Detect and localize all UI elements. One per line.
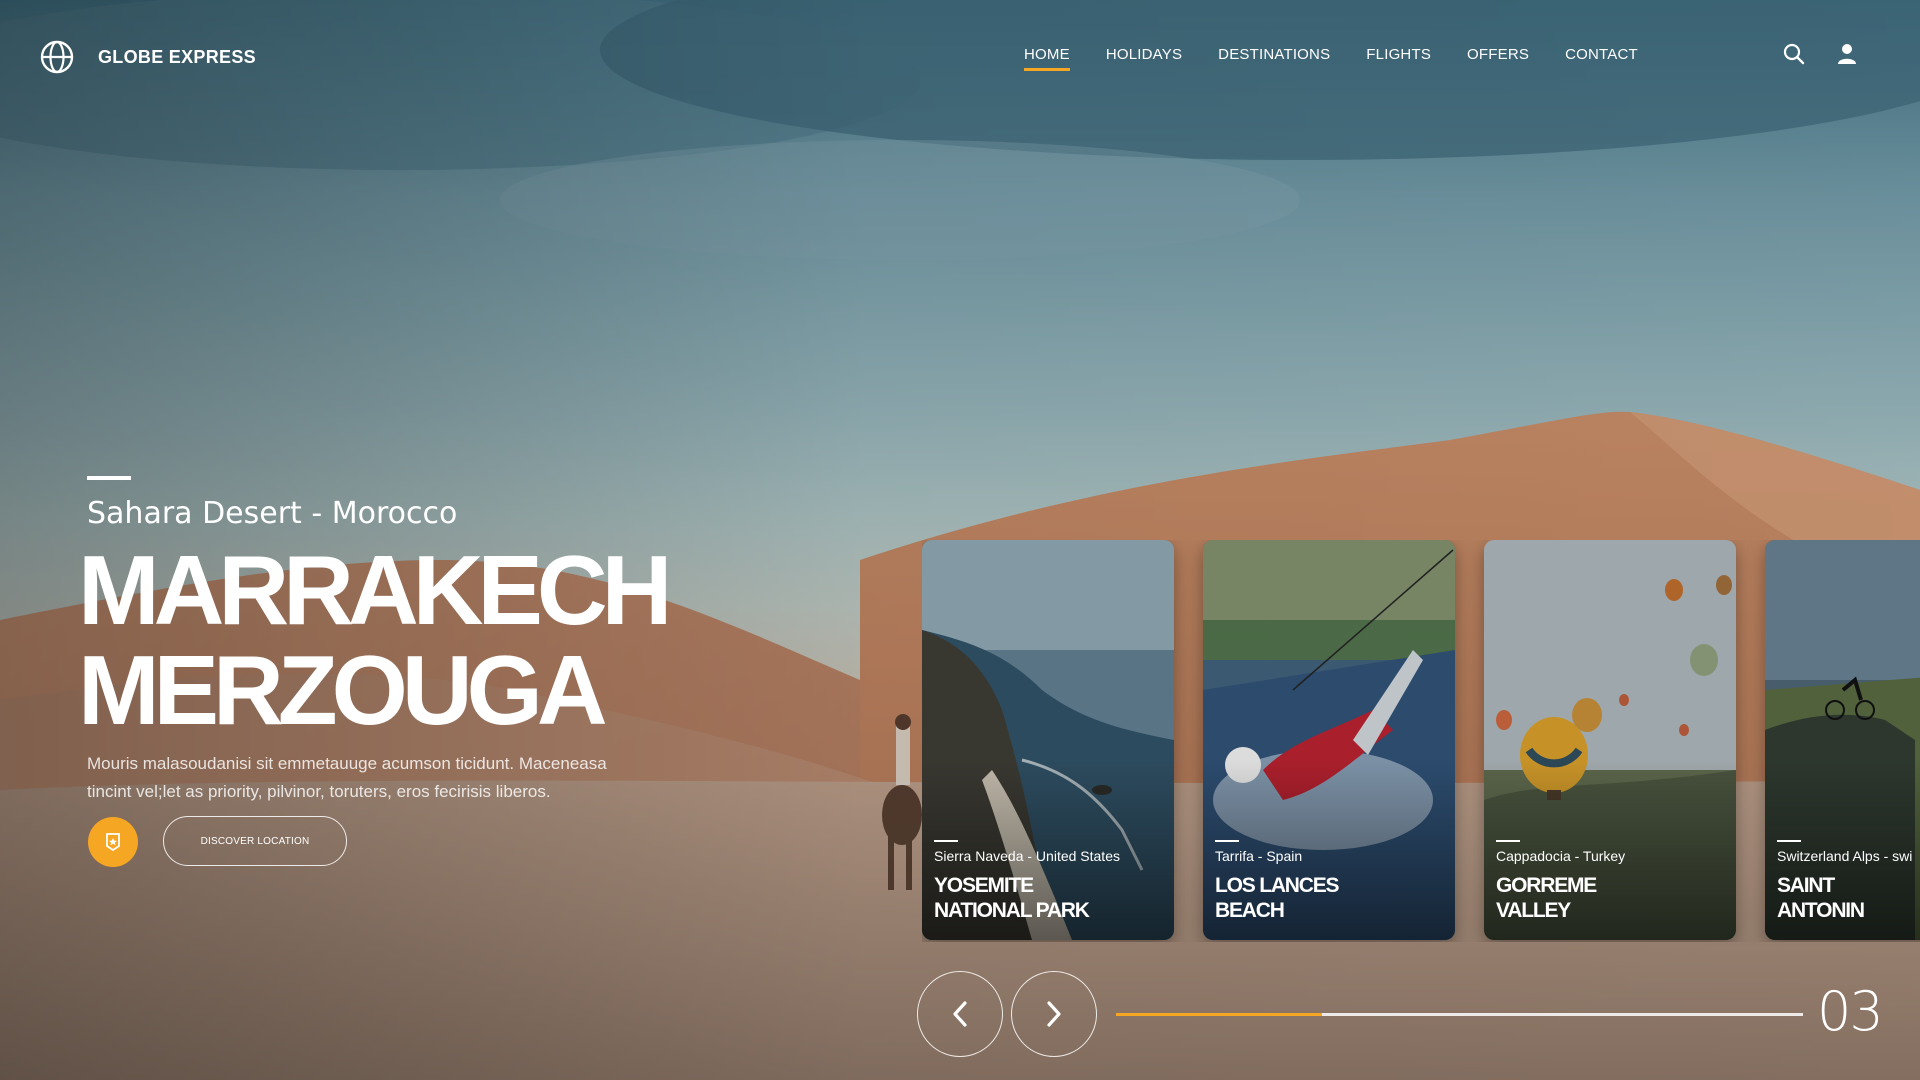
card-title: SAINT ANTONIN — [1777, 873, 1865, 923]
hero-description: Mouris malasoudanisi sit emmetauuge acum… — [87, 754, 607, 801]
bookmark-icon — [106, 833, 120, 851]
brand-name: GLOBE EXPRESS — [98, 46, 256, 67]
destination-card[interactable]: Sierra Naveda - United States YOSEMITE N… — [922, 540, 1174, 940]
card-title-line-1: YOSEMITE — [934, 874, 1034, 897]
chevron-left-icon — [953, 1001, 967, 1027]
main-nav: HOME HOLIDAYS DESTINATIONS FLIGHTS OFFER… — [1024, 46, 1638, 71]
card-title-line-1: LOS LANCES — [1215, 874, 1340, 897]
destination-cards: Sierra Naveda - United States YOSEMITE N… — [922, 540, 1920, 942]
destination-card[interactable]: Tarrifa - Spain LOS LANCES BEACH — [1203, 540, 1455, 940]
nav-item-flights[interactable]: FLIGHTS — [1366, 46, 1431, 63]
brand[interactable]: GLOBE EXPRESS — [40, 40, 256, 74]
nav-item-contact[interactable]: CONTACT — [1565, 46, 1638, 63]
discover-location-button[interactable]: DISCOVER LOCATION — [163, 816, 347, 866]
card-accent-line — [1215, 840, 1239, 842]
card-title-line-2: NATIONAL PARK — [934, 899, 1090, 922]
card-accent-line — [1496, 840, 1520, 842]
slider-prev-button[interactable] — [917, 971, 1003, 1057]
nav-item-destinations[interactable]: DESTINATIONS — [1218, 46, 1330, 63]
card-accent-line — [934, 840, 958, 842]
card-title: GORREME VALLEY — [1496, 873, 1597, 923]
card-title-line-1: GORREME — [1496, 874, 1597, 897]
hero-accent-line — [87, 476, 131, 480]
card-title-line-2: BEACH — [1215, 899, 1285, 922]
card-title-line-2: VALLEY — [1496, 899, 1571, 922]
nav-item-offers[interactable]: OFFERS — [1467, 46, 1529, 63]
slider-next-button[interactable] — [1011, 971, 1097, 1057]
card-location: Switzerland Alps - swi — [1777, 848, 1913, 864]
bookmark-button[interactable] — [88, 817, 138, 867]
hero-title-line-2: MERZOUGA — [78, 635, 608, 745]
card-title: YOSEMITE NATIONAL PARK — [934, 873, 1090, 923]
card-location: Tarrifa - Spain — [1215, 848, 1303, 864]
hero-title-line-1: MARRAKECH — [78, 535, 672, 645]
card-location: Sierra Naveda - United States — [934, 848, 1120, 864]
card-title-line-1: SAINT — [1777, 874, 1835, 897]
hero-subtitle: Sahara Desert - Morocco — [87, 496, 458, 531]
user-icon[interactable] — [1835, 42, 1859, 66]
card-title: LOS LANCES BEACH — [1215, 873, 1340, 923]
card-title-line-2: ANTONIN — [1777, 899, 1865, 922]
nav-item-home[interactable]: HOME — [1024, 46, 1070, 71]
card-location: Cappadocia - Turkey — [1496, 848, 1626, 864]
slider-progress-fill — [1116, 1013, 1323, 1016]
card-accent-line — [1777, 840, 1801, 842]
site-header: GLOBE EXPRESS HOME HOLIDAYS DESTINATIONS… — [0, 0, 1920, 115]
hero-title: MARRAKECH MERZOUGA — [78, 535, 672, 745]
destination-card[interactable]: Switzerland Alps - swi SAINT ANTONIN — [1765, 540, 1920, 940]
slider-progress-bar — [1116, 1013, 1803, 1016]
globe-icon — [40, 40, 74, 74]
slide-number: 03 — [1817, 980, 1884, 1043]
search-icon[interactable] — [1782, 42, 1806, 66]
nav-item-holidays[interactable]: HOLIDAYS — [1106, 46, 1182, 63]
chevron-right-icon — [1047, 1001, 1061, 1027]
destination-card[interactable]: Cappadocia - Turkey GORREME VALLEY — [1484, 540, 1736, 940]
